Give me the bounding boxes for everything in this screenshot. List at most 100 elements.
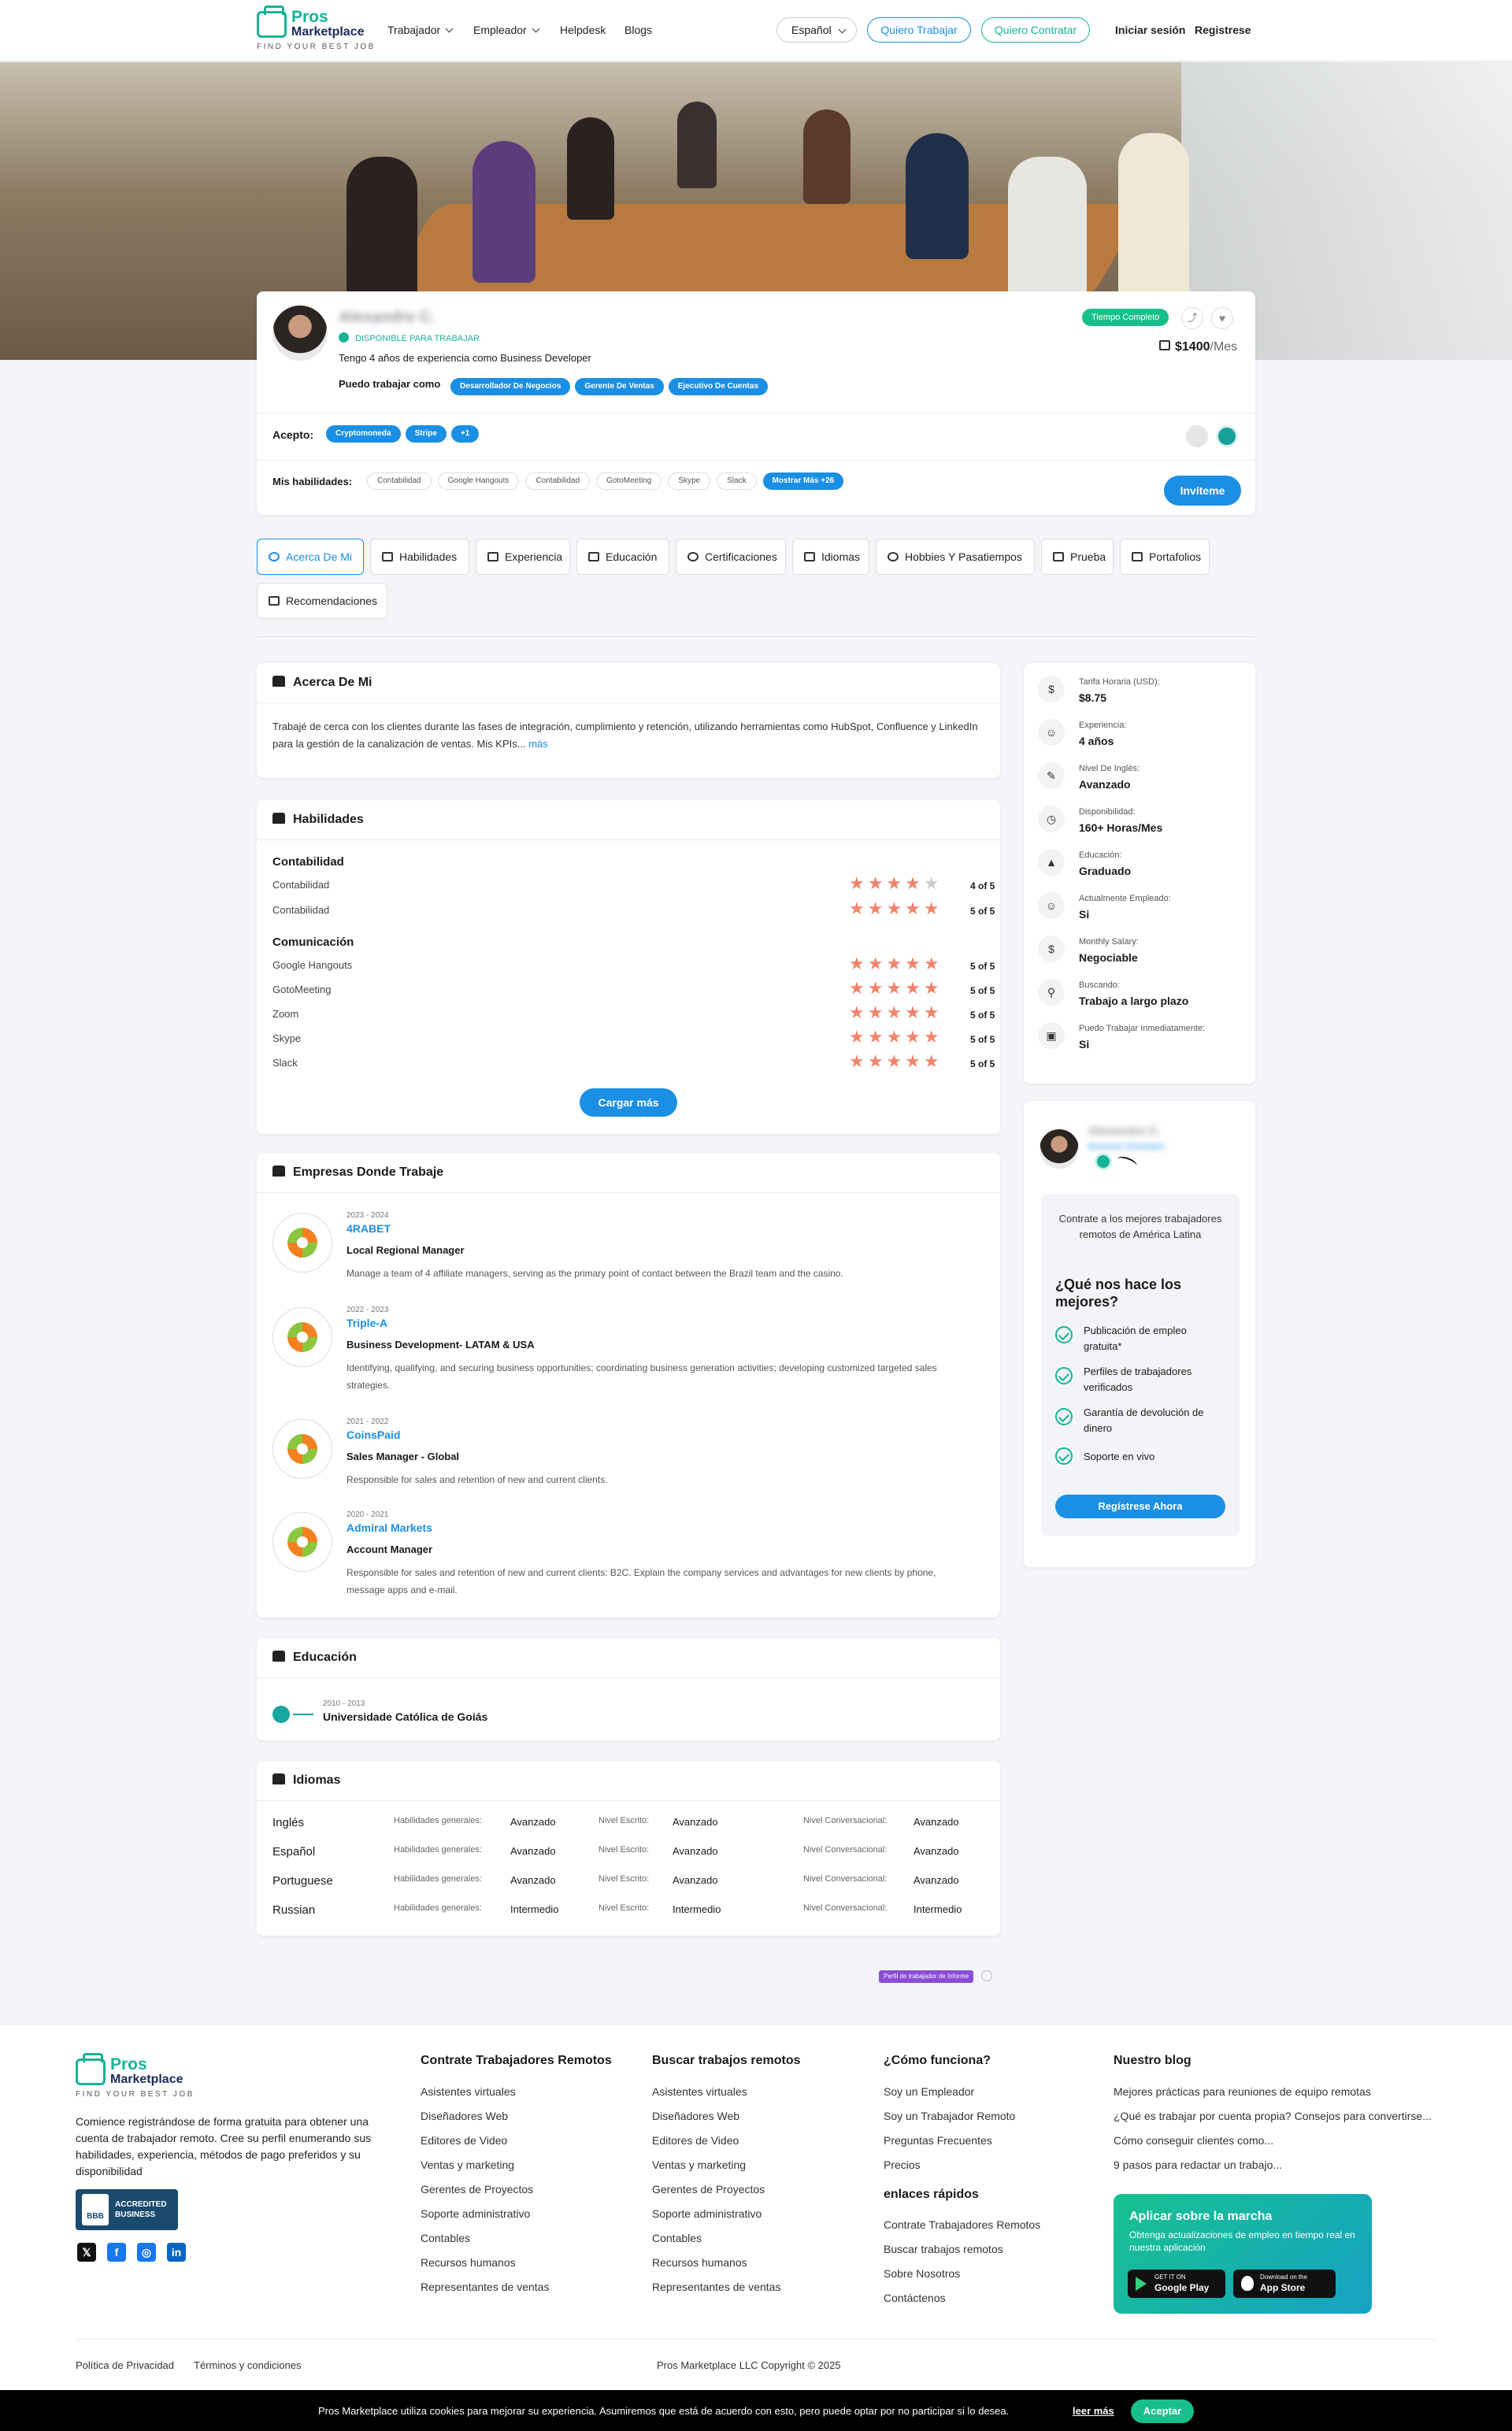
google-play-button[interactable]: GET IT ON Google Play [1128, 2270, 1225, 2298]
footer-link[interactable]: Buscar trabajos remotos [884, 2243, 1003, 2255]
rating-label: 5 of 5 [970, 985, 995, 996]
footer-link[interactable]: Soy un Trabajador Remoto [884, 2110, 1015, 2122]
rating-stars: ★★★★★ [849, 978, 943, 998]
read-more-link[interactable]: más [528, 738, 548, 750]
footer-link[interactable]: Diseñadores Web [652, 2110, 739, 2122]
section-title: Educación [272, 1651, 357, 1665]
register-now-button[interactable]: Regístrese Ahora [1055, 1495, 1225, 1518]
logo[interactable]: Pros Marketplace FIND YOUR BEST JOB [257, 6, 375, 54]
bbb-badge[interactable]: BBB ACCREDITED BUSINESS [76, 2189, 178, 2230]
role-tag[interactable]: Gerente De Ventas [575, 378, 664, 395]
share-icon[interactable]: ⤴ [1181, 307, 1203, 329]
payment-tag[interactable]: +1 [450, 425, 480, 443]
footer-link[interactable]: Representantes de ventas [421, 2281, 549, 2293]
quiero-contratar-button[interactable]: Quiero Contratar [981, 17, 1090, 43]
nav-empleador[interactable]: Empleador [473, 24, 540, 36]
cookie-read-more-link[interactable]: leer más [1073, 2405, 1114, 2417]
login-link[interactable]: Iniciar sesión [1115, 24, 1185, 36]
footer-link[interactable]: Ventas y marketing [421, 2159, 514, 2171]
terms-link[interactable]: Términos y condiciones [194, 2359, 302, 2371]
footer-link[interactable]: Soporte administrativo [652, 2207, 762, 2220]
footer-link[interactable]: Contables [652, 2232, 702, 2244]
facebook-icon[interactable]: f [107, 2243, 126, 2262]
footer-link[interactable]: Ventas y marketing [652, 2159, 746, 2171]
footer-link[interactable]: Representantes de ventas [652, 2281, 780, 2293]
footer-blog-link[interactable]: ¿Qué es trabajar por cuenta propia? Cons… [1114, 2110, 1432, 2122]
tab-acerca[interactable]: Acerca De Mi [257, 539, 364, 575]
rating-label: 5 of 5 [970, 961, 995, 972]
tab-certificaciones[interactable]: Certificaciones [676, 539, 786, 575]
language-select[interactable]: Español [776, 17, 857, 43]
footer-link[interactable]: Contables [421, 2232, 470, 2244]
footer-link[interactable]: Recursos humanos [652, 2256, 747, 2269]
footer-link[interactable]: Contrate Trabajadores Remotos [884, 2218, 1040, 2231]
check-circle-icon [339, 332, 349, 343]
language-label: Nivel Escrito: [598, 1874, 650, 1884]
load-more-button[interactable]: Cargar más [580, 1088, 677, 1117]
skill-tag: GotoMeeting [596, 472, 662, 490]
footer-blog-link[interactable]: Mejores prácticas para reuniones de equi… [1114, 2085, 1371, 2098]
report-profile-button[interactable]: Perfil de trabajador de Informe [879, 1970, 974, 1983]
tab-experiencia[interactable]: Experiencia [476, 539, 570, 575]
company-name[interactable]: Triple-A [346, 1317, 387, 1329]
footer-link[interactable]: Gerentes de Proyectos [421, 2183, 533, 2196]
company-name[interactable]: 4RABET [346, 1222, 391, 1235]
role-tag[interactable]: Ejecutivo De Cuentas [668, 378, 769, 395]
role-tag[interactable]: Desarrollador De Negocios [450, 378, 571, 395]
tab-idiomas[interactable]: Idiomas [792, 539, 869, 575]
footer-link[interactable]: Asistentes virtuales [652, 2085, 747, 2098]
job-years: 2022 - 2023 [346, 1306, 389, 1314]
footer-link[interactable]: Soy un Empleador [884, 2085, 974, 2098]
instagram-icon[interactable]: ◎ [137, 2243, 156, 2262]
footer-link[interactable]: Recursos humanos [421, 2256, 516, 2269]
cookie-accept-button[interactable]: Aceptar [1131, 2400, 1194, 2423]
about-text: Trabajé de cerca con los clientes durant… [272, 721, 978, 750]
footer-blog-link[interactable]: Cómo conseguir clientes como... [1114, 2134, 1273, 2147]
stat-value: 160+ Horas/Mes [1079, 821, 1163, 834]
nav-helpdesk[interactable]: Helpdesk [560, 24, 606, 36]
app-store-button[interactable]: Download on the App Store [1233, 2270, 1336, 2298]
footer-link[interactable]: Soporte administrativo [421, 2207, 530, 2220]
linkedin-icon[interactable]: in [167, 2243, 186, 2262]
footer-logo[interactable]: Pros Marketplace FIND YOUR BEST JOB [76, 2053, 194, 2101]
stat-value: 4 años [1079, 735, 1114, 747]
nav-trabajador[interactable]: Trabajador [387, 24, 454, 36]
section-title: Empresas Donde Trabaje [272, 1165, 443, 1180]
invite-button[interactable]: Invíteme [1164, 476, 1241, 506]
footer-link[interactable]: Contáctenos [884, 2292, 946, 2304]
footer-link[interactable]: Asistentes virtuales [421, 2085, 516, 2098]
footer-link[interactable]: Gerentes de Proyectos [652, 2183, 765, 2196]
check-icon [1055, 1367, 1073, 1384]
footer-link[interactable]: Sobre Nosotros [884, 2267, 960, 2280]
info-icon[interactable] [981, 1970, 992, 1981]
folder-icon [1132, 552, 1143, 561]
chart-icon [272, 813, 285, 824]
promo-name: Alexandre C. [1088, 1125, 1161, 1138]
avatar [272, 306, 328, 361]
tab-hobbies[interactable]: Hobbies Y Pasatiempos [876, 539, 1035, 575]
footer-link[interactable]: Precios [884, 2159, 921, 2171]
company-name[interactable]: Admiral Markets [346, 1521, 432, 1534]
register-link[interactable]: Registrese [1195, 24, 1251, 36]
tab-prueba[interactable]: Prueba [1041, 539, 1114, 575]
tab-habilidades[interactable]: Habilidades [370, 539, 469, 575]
show-more-skills-button[interactable]: Mostrar Más +26 [762, 472, 844, 490]
job-description: Manage a team of 4 affiliate managers, s… [346, 1268, 843, 1279]
x-twitter-icon[interactable]: 𝕏 [77, 2243, 96, 2262]
nav-blogs[interactable]: Blogs [624, 24, 652, 36]
footer-link[interactable]: Diseñadores Web [421, 2110, 508, 2122]
privacy-link[interactable]: Política de Privacidad [76, 2359, 174, 2371]
footer-link[interactable]: Preguntas Frecuentes [884, 2134, 992, 2147]
footer-link[interactable]: Editores de Video [652, 2134, 739, 2147]
quiero-trabajar-button[interactable]: Quiero Trabajar [867, 17, 971, 43]
tab-educacion[interactable]: Educación [576, 539, 669, 575]
company-name[interactable]: CoinsPaid [346, 1429, 400, 1441]
footer-link[interactable]: Editores de Video [421, 2134, 507, 2147]
skills-section: Habilidades Contabilidad Contabilidad ★★… [257, 800, 1000, 1134]
tab-recomendaciones[interactable]: Recomendaciones [257, 583, 387, 619]
footer-column-title: Buscar trabajos remotos [652, 2054, 801, 2067]
language-value: Avanzado [510, 1874, 556, 1886]
footer-blog-link[interactable]: 9 pasos para redactar un trabajo... [1114, 2159, 1282, 2171]
tab-portafolios[interactable]: Portafolios [1120, 539, 1210, 575]
heart-icon[interactable]: ♥ [1211, 307, 1233, 329]
